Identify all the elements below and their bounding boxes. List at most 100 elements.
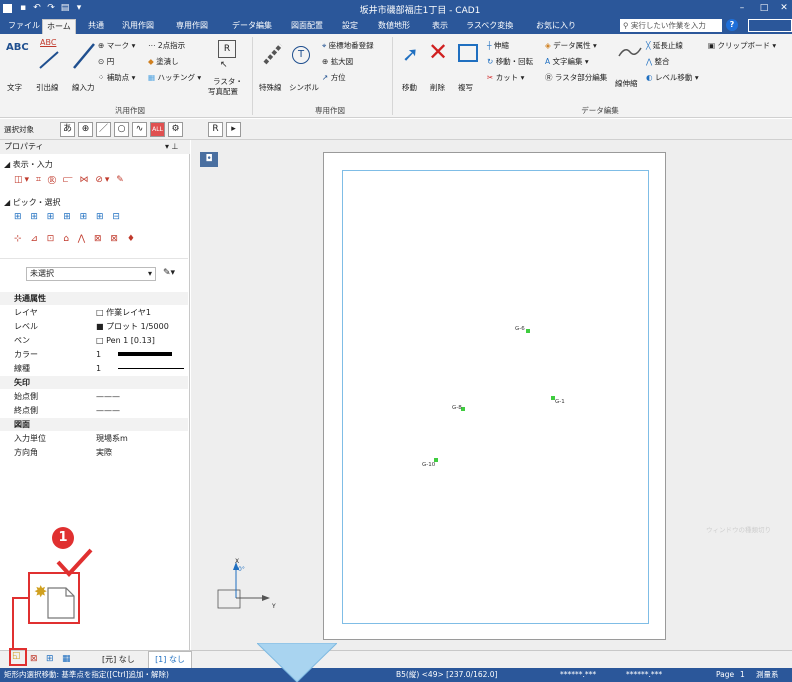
property-row-color[interactable]: カラー 1 [0,348,188,361]
category-drawing[interactable]: 図面 [0,418,188,431]
property-row-input-unit[interactable]: 入力単位 現場系m [0,432,188,445]
direction-label: 方位 [330,73,346,82]
property-row-start-arrow[interactable]: 始点側 ——— [0,390,188,403]
help-icon[interactable]: ? [726,19,738,31]
sheet-list-icon[interactable]: ⊞ [46,654,54,664]
move-icon: ➚ [402,42,419,66]
tab-raster-vector[interactable]: ラスベク変換 [462,19,517,34]
coord-y-readout: ******.*** [626,670,663,679]
clipboard-button[interactable]: ▣ クリップボード ▾ [708,40,776,51]
close-button[interactable]: ✕ [776,2,792,14]
direction-button[interactable]: ↗ 方位 [322,72,346,83]
mark-button[interactable]: ⊕ マーク ▾ [98,40,135,51]
tab-home[interactable]: ホーム [42,19,76,34]
tab-dedicated-drawing[interactable]: 専用作図 [172,19,212,34]
survey-point[interactable] [526,329,530,333]
filter-icon[interactable]: ✎▾ [163,268,175,278]
select-curve-button[interactable]: ∿ [132,122,147,137]
select-circle-button[interactable]: ○ [114,122,129,137]
coord-reg-button[interactable]: ⌖ 座標地番登録 [322,40,374,51]
pick-tool-icons-row1[interactable]: ⊞ ⊞ ⊞ ⊞ ⊞ ⊞ ⊟ [14,212,123,222]
section-display-input[interactable]: ◢ 表示・入力 [0,158,190,172]
aux-point-button[interactable]: ⁘ 補助点 ▾ [98,72,135,83]
sheet-tab-original[interactable]: [元] なし [102,654,135,665]
selection-toolbar: 選択対象 あ ⊕ ／ ○ ∿ ALL ⚙ R ▸ [0,119,792,140]
move-rotate-button[interactable]: ↻ 移動・回転 [487,56,533,67]
raster-part-edit-button[interactable]: Ⓡ ラスタ部分編集 [545,72,607,83]
line-stretch-button[interactable]: 線伸縮 [615,78,638,89]
ribbon-extra-input[interactable] [748,19,792,32]
level-move-button[interactable]: ◐ レベル移動 ▾ [646,72,699,83]
tab-view[interactable]: 表示 [428,19,452,34]
copy-button[interactable]: 複写 [458,82,473,93]
tab-general-drawing[interactable]: 汎用作図 [118,19,158,34]
text-edit-button[interactable]: A 文字編集 ▾ [545,56,589,67]
minimize-button[interactable]: – [734,2,750,14]
pick-tool-icons-row2[interactable]: ⊹ ⊿ ⊡ ⌂ ⋀ ⊠ ⊠ ♦ [14,234,138,244]
canvas-view-toggle-icon[interactable]: ◘ [200,152,218,167]
select-text-button[interactable]: あ [60,122,75,137]
property-row-direction-angle[interactable]: 方向角 実際 [0,446,188,459]
move-button[interactable]: 移動 [402,82,417,93]
selection-state-dropdown[interactable]: 未選択 ▾ [26,267,156,281]
tab-data-edit[interactable]: データ編集 [228,19,276,34]
panel-pin-icon[interactable]: ▾ ⊥ [165,142,179,151]
redo-icon[interactable]: ↷ [45,2,57,14]
hatching-button[interactable]: ▦ ハッチング ▾ [148,72,201,83]
delete-icon: ✕ [428,38,449,66]
sheet-delete-icon[interactable]: ⊠ [30,654,38,664]
sheet-grid-icon[interactable]: ▦ [62,654,71,664]
select-raster-button[interactable]: R [208,122,223,137]
tab-settings[interactable]: 設定 [338,19,362,34]
property-row-pen[interactable]: ペン □ Pen 1 [0.13] [0,334,188,347]
fill-button[interactable]: ◆ 塗潰し [148,56,179,67]
property-row-level[interactable]: レベル ■ プロット 1/5000 [0,320,188,333]
symbol-button[interactable]: シンボル [289,82,319,93]
data-attr-button[interactable]: ◈ データ属性 ▾ [545,40,597,51]
align-button[interactable]: ⋀ 整合 [646,56,670,67]
axis-angle-label: 0° [238,566,245,573]
sheet-tab-current[interactable]: [1] なし [148,651,192,668]
undo-icon[interactable]: ↶ [31,2,43,14]
tab-drawing-layout[interactable]: 図面配置 [287,19,327,34]
group-label-dedicated: 専用作図 [315,106,345,115]
title-bar: ▪ ↶ ↷ ▤ ▾ 坂井市磯部福庄1丁目 - CAD1 – □ ✕ [0,0,792,17]
extend-stop-button[interactable]: ╳ 延長止線 [646,40,683,51]
two-point-button[interactable]: ⋯ 2点指示 [148,40,185,51]
property-row-layer[interactable]: レイヤ □ 作業レイヤ1 [0,306,188,319]
quick-access-dropdown-icon[interactable]: ▾ [73,2,85,14]
stretch-icon: ┼ [487,41,492,50]
text-button[interactable]: 文字 [7,82,22,93]
property-row-linetype[interactable]: 線種 1 [0,362,188,375]
selection-state-value: 未選択 [30,269,54,278]
stretch-button[interactable]: ┼ 伸縮 [487,40,509,51]
select-all-button[interactable]: ALL [150,122,165,137]
tab-file[interactable]: ファイル [4,19,44,34]
select-point-button[interactable]: ⊕ [78,122,93,137]
cut-button[interactable]: ✂ カット ▾ [487,72,524,83]
property-row-end-arrow[interactable]: 終点側 ——— [0,404,188,417]
category-arrow[interactable]: 矢印 [0,376,188,389]
save-icon[interactable]: ▪ [17,2,29,14]
select-settings-button[interactable]: ⚙ [168,122,183,137]
print-icon[interactable]: ▤ [59,2,71,14]
tab-numeric-terrain[interactable]: 数値地形 [374,19,414,34]
zoom-view-button[interactable]: ⊕ 拡大図 [322,56,353,67]
tab-favorites[interactable]: お気に入り [532,19,580,34]
category-common-attr[interactable]: 共通属性 [0,292,188,305]
line-input-button[interactable]: 線入力 [72,82,95,93]
display-tool-icons[interactable]: ◫▾ ⌗ Ⓡ ⫍ ⋈ ⊘▾ ✎ [14,175,126,185]
tab-common[interactable]: 共通 [84,19,108,34]
select-more-button[interactable]: ▸ [226,122,241,137]
new-sheet-button[interactable]: ◱ [9,648,27,666]
maximize-button[interactable]: □ [756,2,772,14]
move-rotate-label: 移動・回転 [495,57,534,66]
delete-button[interactable]: 削除 [430,82,445,93]
circle-button[interactable]: ⊙ 円 [98,56,114,67]
special-line-button[interactable]: 特殊線 [259,82,282,93]
search-input[interactable]: ⚲ 実行したい作業を入力 [620,19,722,32]
raster-photo-button-line2[interactable]: 写真配置 [208,86,238,97]
leader-button[interactable]: 引出線 [36,82,59,93]
section-pick-select[interactable]: ◢ ピック・選択 [0,196,190,210]
select-line-button[interactable]: ／ [96,122,111,137]
